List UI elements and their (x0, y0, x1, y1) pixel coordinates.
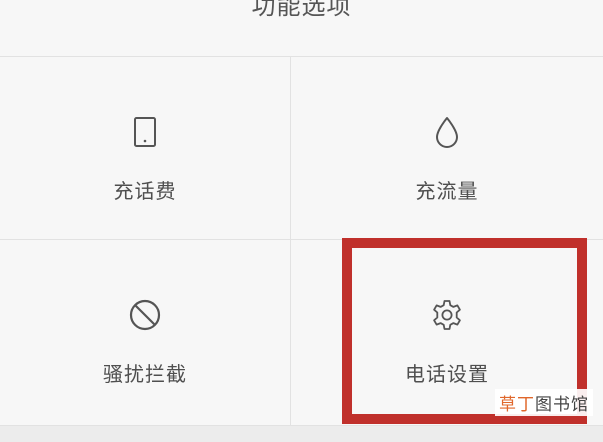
option-recharge-data[interactable]: 充流量 (291, 57, 603, 240)
option-spam-block[interactable]: 骚扰拦截 (0, 240, 291, 425)
watermark-part-1: 草丁 (499, 395, 535, 415)
option-label: 充流量 (415, 179, 479, 203)
header: 功能选项 (0, 0, 603, 57)
option-recharge-credit[interactable]: 充话费 (0, 57, 291, 240)
option-label: 骚扰拦截 (103, 362, 187, 386)
tablet-icon (134, 117, 156, 147)
bottom-bar (0, 425, 603, 442)
option-label: 充话费 (113, 179, 177, 203)
options-grid: 充话费 充流量 骚扰拦截 电话设置 (0, 57, 603, 425)
block-icon (129, 299, 161, 331)
gear-icon (433, 300, 461, 330)
page-title: 功能选项 (251, 0, 352, 20)
droplet-icon (436, 117, 458, 148)
function-options-page: 功能选项 充话费 充流量 骚扰拦截 电话设置 草丁图书馆 (0, 0, 603, 442)
watermark: 草丁图书馆 (495, 389, 593, 416)
watermark-part-2: 图书馆 (535, 395, 589, 415)
option-label: 电话设置 (405, 362, 489, 386)
